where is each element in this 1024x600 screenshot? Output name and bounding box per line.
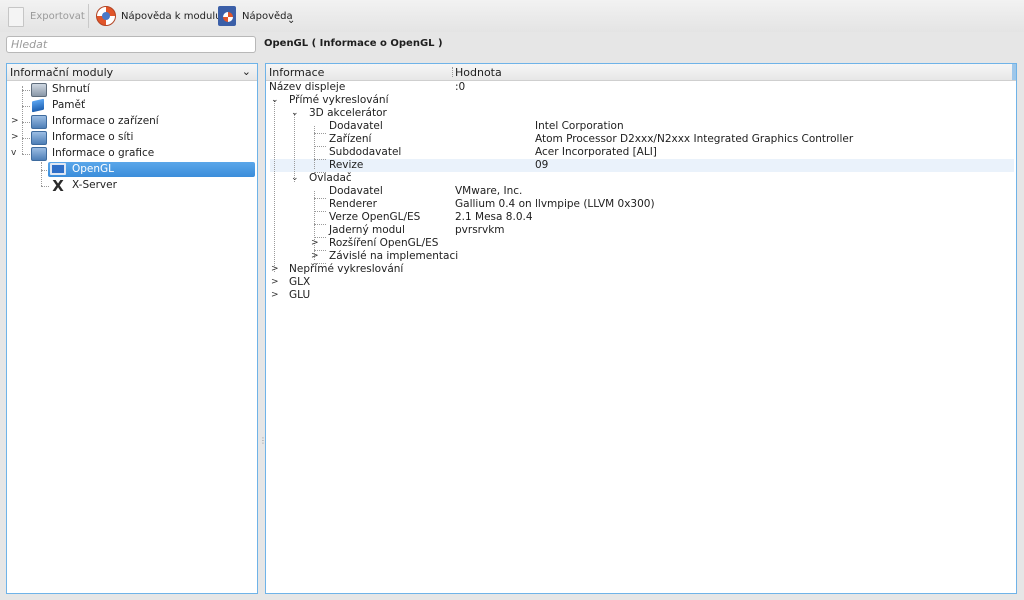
module-help-button[interactable]: Nápověda k modulu (95, 3, 221, 29)
tree-line (314, 224, 326, 225)
scrollbar[interactable] (1012, 64, 1016, 80)
chevron-right-icon[interactable]: > (11, 115, 19, 128)
info-label: Přímé vykreslování (289, 94, 389, 106)
tree-item-label: X-Server (72, 179, 117, 191)
tree-line (22, 90, 30, 91)
tree-line (314, 198, 326, 199)
module-help-label: Nápověda k modulu (121, 10, 222, 22)
info-label: Dodavatel (329, 185, 383, 197)
info-label: Ovladač (309, 172, 352, 184)
info-value: 2.1 Mesa 8.0.4 (455, 211, 533, 223)
module-tree-header-label: Informační moduly (10, 66, 114, 79)
info-label: Renderer (329, 198, 377, 210)
chevron-right-icon[interactable]: > (11, 131, 19, 144)
tree-line (274, 100, 275, 272)
module-title: OpenGL ( Informace o OpenGL ) (264, 38, 443, 49)
monitor-icon (50, 163, 66, 175)
info-value: 09 (535, 159, 549, 171)
tree-item-label: OpenGL (72, 163, 115, 175)
chevron-right-icon[interactable]: > (311, 250, 319, 263)
chevron-down-icon[interactable]: ⌄ (291, 172, 299, 185)
chevron-right-icon[interactable]: > (271, 263, 279, 276)
help-menu-button[interactable]: Nápověda (216, 3, 293, 29)
info-label: Verze OpenGL/ES (329, 211, 421, 223)
summary-icon (31, 83, 47, 97)
document-icon (4, 5, 26, 27)
chevron-right-icon[interactable]: > (271, 276, 279, 289)
info-label: Dodavatel (329, 120, 383, 132)
tree-item-label: Informace o grafice (52, 147, 155, 159)
info-label: GLU (289, 289, 311, 301)
chevron-down-icon[interactable]: ⌄ (287, 15, 295, 26)
memory-icon (32, 98, 44, 113)
tree-item-label: Informace o zařízení (52, 115, 159, 127)
info-label: Nepřímé vykreslování (289, 263, 404, 275)
info-label: Závislé na implementaci (329, 250, 459, 262)
info-label: Subdodavatel (329, 146, 402, 158)
help-book-icon (216, 5, 238, 27)
info-value: Atom Processor D2xxx/N2xxx Integrated Gr… (535, 133, 854, 145)
chevron-right-icon[interactable]: > (271, 289, 279, 302)
tree-line (22, 106, 30, 107)
info-value: pvrsrvkm (455, 224, 505, 236)
chevron-right-icon[interactable]: > (311, 237, 319, 250)
module-tree-panel: Informační moduly ⌄ Shrnutí Paměť > Info… (6, 63, 258, 594)
info-label: Jaderný modul (329, 224, 405, 236)
info-value: Acer Incorporated [ALI] (535, 146, 657, 158)
column-separator[interactable] (452, 67, 454, 77)
folder-icon (31, 147, 47, 161)
toolbar: Exportovat Nápověda k modulu Nápověda ⌄ (0, 0, 1024, 32)
chevron-down-icon[interactable]: ⌄ (242, 65, 251, 78)
chevron-down-icon[interactable]: v (11, 147, 16, 160)
info-label: 3D akcelerátor (309, 107, 387, 119)
tree-line (314, 159, 326, 160)
column-header-info[interactable]: Informace (269, 66, 324, 79)
info-value: Intel Corporation (535, 120, 624, 132)
info-label: Revize (329, 159, 364, 171)
tree-line (22, 138, 30, 139)
search-field[interactable] (6, 36, 256, 53)
info-row-display-name[interactable]: Název displeje (269, 81, 345, 94)
toolbar-separator (88, 4, 89, 28)
column-header-value[interactable]: Hodnota (455, 66, 502, 79)
chevron-down-icon[interactable]: ⌄ (291, 107, 299, 120)
tree-line (22, 122, 30, 123)
tree-item-label: Informace o síti (52, 131, 134, 143)
info-table-header: Informace Hodnota (266, 64, 1016, 81)
info-label: GLX (289, 276, 311, 288)
help-lifebuoy-icon (95, 5, 117, 27)
info-label: Rozšíření OpenGL/ES (329, 237, 439, 249)
module-tree-header[interactable]: Informační moduly ⌄ (7, 64, 257, 81)
tree-line (22, 86, 23, 154)
chevron-down-icon[interactable]: ⌄ (271, 94, 279, 107)
x-server-icon: X (52, 177, 64, 195)
help-label: Nápověda (242, 10, 293, 22)
tree-line (22, 154, 30, 155)
tree-line (41, 162, 42, 186)
info-value: VMware, Inc. (455, 185, 523, 197)
tree-line (314, 133, 326, 134)
info-label: Zařízení (329, 133, 372, 145)
tree-line (314, 211, 326, 212)
info-value: :0 (455, 81, 466, 93)
search-input[interactable] (7, 37, 255, 52)
tree-line (314, 146, 326, 147)
folder-icon (31, 115, 47, 129)
info-label: Název displeje (269, 81, 346, 93)
export-button[interactable]: Exportovat (4, 3, 85, 29)
tree-item-label: Paměť (52, 99, 86, 111)
hover-highlight (270, 159, 1014, 172)
opengl-info-panel: Informace Hodnota Název displeje :0 ⌄ Př… (265, 63, 1017, 594)
export-label: Exportovat (30, 10, 85, 22)
tree-line (41, 186, 49, 187)
folder-icon (31, 131, 47, 145)
tree-item-label: Shrnutí (52, 83, 90, 95)
info-value: Gallium 0.4 on llvmpipe (LLVM 0x300) (455, 198, 655, 210)
